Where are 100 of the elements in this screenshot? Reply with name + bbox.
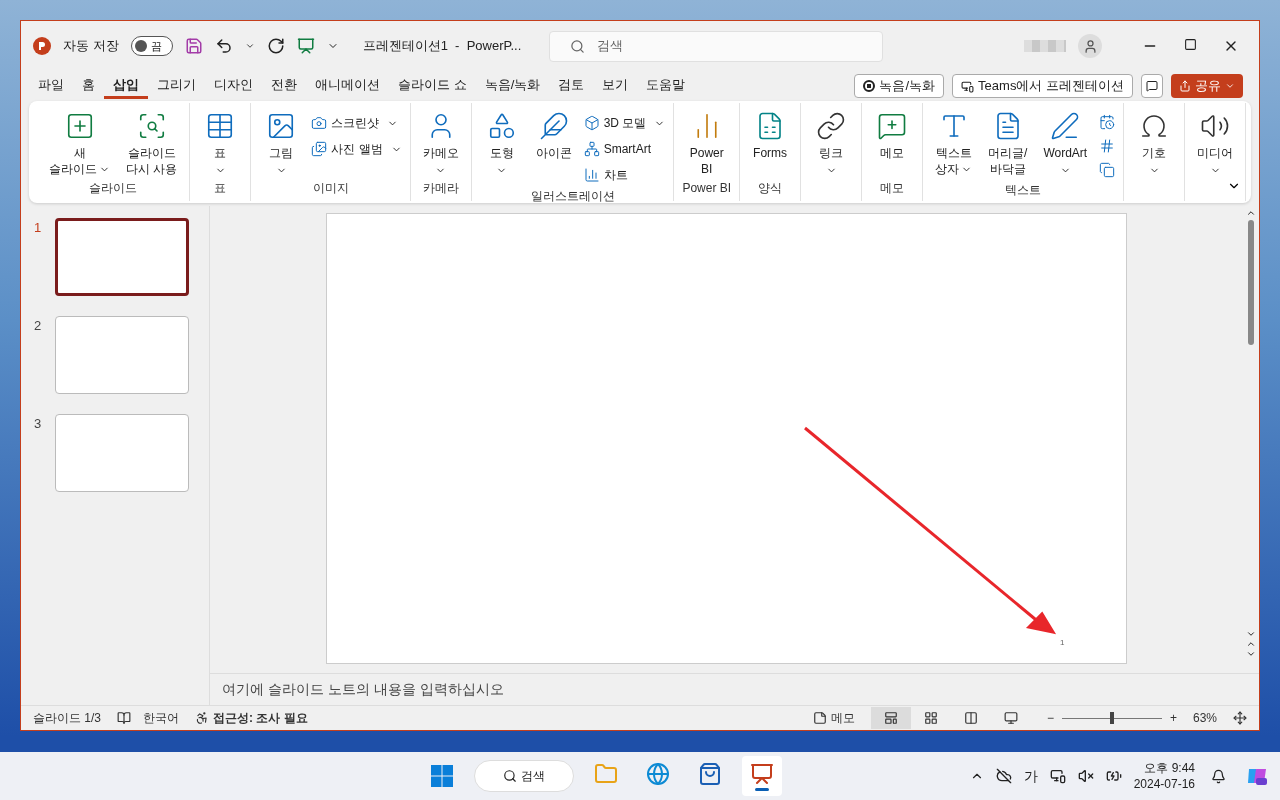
ribbon-button[interactable]: 기호 [1132, 107, 1177, 201]
record-icon [863, 80, 876, 92]
group-label: 일러스트레이션 [530, 188, 615, 205]
menu-tab[interactable]: 보기 [593, 73, 638, 99]
slide-thumbnail[interactable] [55, 218, 189, 296]
group-label: 카메라 [422, 180, 459, 197]
folder-icon [593, 761, 618, 786]
autosave-toggle[interactable]: 끔 [130, 36, 173, 56]
ribbon-button[interactable]: 사진 앨범 [311, 137, 402, 161]
muted-speaker-icon[interactable] [1077, 768, 1094, 784]
group-label: 슬라이드 [89, 180, 138, 197]
fit-icon[interactable] [1233, 711, 1247, 725]
next-slide-icon[interactable] [1246, 649, 1256, 659]
number-icon [1099, 138, 1116, 154]
zoom-level[interactable]: 63% [1192, 709, 1217, 727]
comments-button[interactable] [1141, 74, 1163, 98]
clock[interactable]: 오후 9:44 2024-07-16 [1133, 760, 1195, 792]
notes-field[interactable]: 여기에 슬라이드 노트의 내용을 입력하십시오 [210, 673, 1259, 705]
grid-icon [923, 711, 938, 725]
caret-icon[interactable] [244, 41, 255, 51]
menu-tab[interactable]: 검토 [549, 73, 594, 99]
slide-thumbnail[interactable] [55, 316, 189, 394]
share-icon [1179, 80, 1191, 92]
menu-tab[interactable]: 도움말 [637, 73, 695, 99]
ribbon-button[interactable]: 메모 [870, 107, 915, 179]
menu-tab[interactable]: 파일 [29, 73, 73, 99]
zoom-in-button[interactable]: + [1169, 709, 1177, 727]
group-label: 이미지 [312, 180, 349, 197]
slide-number: 3 [33, 415, 43, 433]
record-button[interactable]: 녹음/녹화 [854, 74, 945, 98]
save-icon[interactable] [184, 37, 203, 55]
book-view-icon [963, 711, 978, 725]
battery-icon[interactable] [1105, 768, 1122, 784]
menu-tab[interactable]: 슬라이드 쇼 [389, 73, 476, 99]
ribbon-button[interactable]: 머리글/ 바닥글 [984, 107, 1032, 181]
bell-icon[interactable] [1211, 768, 1226, 784]
app-logo-icon [33, 37, 51, 55]
zoom-slider[interactable] [1061, 712, 1162, 724]
account-name [1024, 40, 1066, 52]
ribbon-button[interactable]: WordArt [1039, 107, 1092, 181]
ime-indicator[interactable]: 가 [1023, 765, 1038, 787]
menu-tab[interactable]: 전환 [262, 73, 306, 99]
maximize-icon[interactable] [1184, 38, 1197, 51]
presentation-icon [749, 761, 774, 786]
slide-count: 슬라이드 1/3 [33, 710, 101, 727]
monitor-icon [1003, 711, 1018, 725]
network-icon[interactable] [1049, 768, 1066, 784]
ribbon-button[interactable]: 텍스트 상자 [931, 107, 977, 181]
taskbar-search[interactable]: 검색 [473, 760, 574, 792]
ribbon-button[interactable]: 3D 모델 [583, 111, 666, 135]
ribbon-button[interactable]: 슬라이드 다시 사용 [122, 107, 182, 179]
windows-icon[interactable] [429, 764, 454, 788]
ribbon-button[interactable]: Power BI [684, 107, 729, 179]
ribbon-button[interactable]: Forms [748, 107, 793, 179]
book-icon[interactable] [117, 711, 131, 725]
ribbon-button[interactable]: 도형 [479, 107, 524, 187]
slide-number: 2 [33, 317, 43, 335]
accessibility-button[interactable]: 접근성: 조사 필요 [195, 709, 308, 727]
ribbon-button[interactable]: 표 [198, 107, 243, 179]
menu-tab[interactable]: 디자인 [205, 73, 262, 99]
ribbon-button[interactable]: 스크린샷 [311, 111, 402, 135]
copy-icon [1099, 162, 1116, 178]
bag-icon [697, 761, 722, 786]
ribbon-button[interactable]: 새 슬라이드 [45, 107, 114, 179]
menu-tab[interactable]: 애니메이션 [306, 73, 389, 99]
ribbon-button[interactable]: 미디어 [1193, 107, 1238, 201]
notes-button[interactable]: 메모 [812, 709, 855, 727]
previous-slide-icon[interactable] [1246, 639, 1256, 649]
scroll-down-icon[interactable] [1246, 629, 1256, 639]
zoom-out-button[interactable]: − [1046, 709, 1054, 727]
slideshow-icon[interactable] [296, 37, 315, 55]
slide-thumbnail[interactable] [55, 414, 189, 492]
teams-button[interactable]: Teams에서 프레젠테이션 [952, 74, 1133, 98]
teams-icon [961, 79, 975, 93]
undo-icon[interactable] [214, 37, 233, 55]
view-button[interactable] [870, 707, 911, 729]
group-label: 메모 [880, 180, 905, 197]
ribbon-button[interactable]: 아이콘 [531, 107, 576, 187]
menu-tab[interactable]: 홈 [73, 73, 104, 99]
slide-number: 1 [33, 219, 43, 237]
share-button[interactable]: 공유 [1171, 74, 1243, 98]
cloud-off-icon[interactable] [995, 768, 1012, 784]
feather-icon [538, 111, 569, 141]
ribbon-button[interactable]: 링크 [809, 107, 854, 201]
search-field[interactable]: 검색 [549, 30, 884, 62]
menu-tab[interactable]: 그리기 [148, 73, 205, 99]
ribbon-button[interactable]: 그림 [259, 107, 304, 179]
redo-icon[interactable] [266, 37, 285, 55]
search-label: 검색 [520, 768, 545, 785]
caret-icon [1225, 81, 1235, 91]
diagram-icon [583, 141, 600, 157]
avatar-icon[interactable] [1078, 34, 1102, 58]
ribbon-button[interactable]: SmartArt [583, 137, 666, 161]
group-label: 표 [214, 180, 227, 197]
language[interactable]: 한국어 [143, 709, 179, 727]
scroll-up-icon[interactable] [1246, 208, 1256, 218]
taskbar-app[interactable] [741, 756, 782, 796]
ribbon-button[interactable]: 차트 [583, 163, 666, 187]
ribbon-button[interactable]: 카메오 [418, 107, 463, 179]
menu-tab[interactable]: 녹음/녹화 [475, 73, 550, 99]
